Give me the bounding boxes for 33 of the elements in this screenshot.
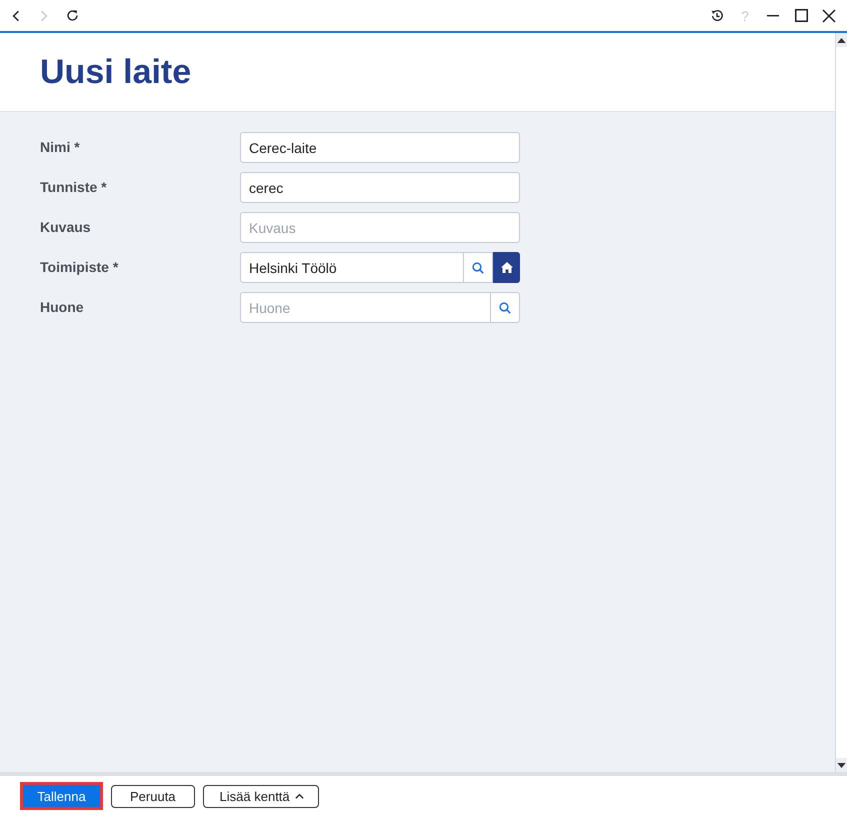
- close-icon: [822, 8, 836, 22]
- reload-icon: [66, 9, 78, 22]
- chevron-up-icon: [294, 793, 304, 799]
- search-button[interactable]: [490, 292, 520, 323]
- input-field[interactable]: Kuvaus: [240, 212, 520, 243]
- minimize-icon: [767, 14, 779, 16]
- triangle-up-icon: [837, 38, 846, 42]
- maximize-icon: [794, 9, 808, 22]
- triangle-down-icon: [837, 762, 846, 768]
- clock-history-icon: [710, 8, 724, 22]
- field-label: Nimi *: [40, 138, 80, 154]
- field-label: Kuvaus: [40, 218, 91, 234]
- chevron-left-icon: [12, 10, 20, 22]
- scroll-down-button[interactable]: [836, 758, 847, 772]
- input-field[interactable]: Helsinki Töölö: [240, 252, 464, 283]
- input-field[interactable]: Huone: [240, 292, 491, 323]
- page-title: Uusi laite: [40, 52, 192, 92]
- save-button[interactable]: Tallenna: [20, 782, 103, 810]
- field-label: Tunniste *: [40, 178, 107, 194]
- search-button[interactable]: [463, 252, 493, 283]
- field-label: Toimipiste *: [40, 258, 118, 274]
- scrollbar[interactable]: [835, 33, 847, 772]
- input-field[interactable]: cerec: [240, 172, 520, 203]
- home-icon: [500, 262, 512, 273]
- field-label: Huone: [40, 298, 84, 314]
- add-field-button[interactable]: Lisää kenttä: [202, 784, 319, 808]
- input-field[interactable]: Cerec-laite: [240, 132, 520, 163]
- cancel-button[interactable]: Peruuta: [111, 784, 195, 808]
- search-icon: [472, 262, 484, 274]
- scroll-up-button[interactable]: [836, 33, 847, 47]
- home-button[interactable]: [493, 252, 520, 283]
- chevron-right-icon: [40, 10, 48, 22]
- search-icon: [499, 302, 511, 314]
